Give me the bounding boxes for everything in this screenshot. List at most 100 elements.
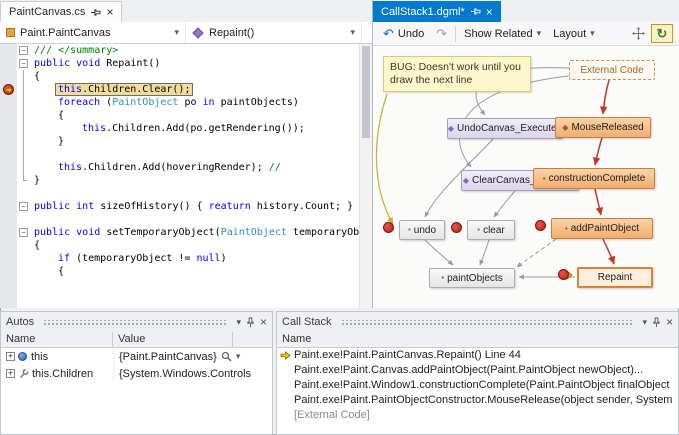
graph-node-constructioncomplete[interactable]: ▪constructionComplete (533, 168, 655, 189)
pin-icon[interactable] (90, 8, 101, 17)
outline-margin[interactable] (17, 213, 31, 226)
stack-frame-row[interactable]: Paint.exe!Paint.PaintCanvas.Repaint() Li… (277, 348, 678, 363)
outline-line (23, 70, 24, 83)
breakpoint-margin[interactable] (0, 213, 17, 226)
column-header-value[interactable]: Value (113, 332, 233, 347)
close-icon[interactable]: × (106, 6, 113, 18)
outline-margin[interactable] (17, 135, 31, 148)
chevron-down-icon[interactable]: ▾ (236, 352, 241, 361)
breakpoint-margin[interactable] (0, 239, 17, 252)
expand-icon[interactable]: + (6, 352, 15, 361)
breakpoint-margin[interactable] (0, 57, 17, 70)
type-dropdown[interactable]: Paint.PaintCanvas ▾ (0, 23, 186, 43)
collapse-icon[interactable]: − (19, 228, 28, 237)
collapse-icon[interactable]: − (19, 59, 28, 68)
outline-margin[interactable] (17, 109, 31, 122)
callstack-titlebar[interactable]: Call Stack ▾ × (277, 312, 678, 332)
bug-comment-note[interactable]: BUG: Doesn't work until you draw the nex… (383, 56, 531, 92)
outline-margin[interactable] (17, 252, 31, 265)
current-frame-arrow-icon (280, 351, 291, 360)
breakpoint-margin[interactable] (0, 122, 17, 135)
undo-button[interactable]: ↶ Undo (379, 25, 428, 42)
breakpoint-margin[interactable] (0, 96, 17, 109)
tab-paintcanvas-cs[interactable]: PaintCanvas.cs × (0, 1, 122, 22)
breakpoint-icon[interactable] (451, 222, 462, 233)
magnifier-icon[interactable] (221, 351, 232, 362)
layout-dropdown[interactable]: Layout ▾ (549, 26, 599, 42)
outline-margin[interactable]: − (17, 57, 31, 70)
close-icon[interactable]: × (666, 316, 673, 328)
watch-row[interactable]: +this{Paint.PaintCanvas}▾ (1, 348, 272, 365)
graph-node-external-code[interactable]: External Code (569, 60, 655, 80)
stack-frame-row[interactable]: Paint.exe!Paint.Canvas.addPaintObject(Pa… (277, 363, 678, 378)
collapse-icon[interactable]: − (19, 202, 28, 211)
pin-icon[interactable] (470, 7, 481, 16)
outline-margin[interactable] (17, 96, 31, 109)
breakpoint-margin[interactable] (0, 187, 17, 200)
breakpoint-margin[interactable] (0, 226, 17, 239)
outline-margin[interactable]: − (17, 44, 31, 57)
outline-margin[interactable] (17, 122, 31, 135)
outline-margin[interactable] (17, 83, 31, 96)
breakpoint-margin[interactable] (0, 44, 17, 57)
panel-title: Call Stack (282, 316, 332, 328)
close-icon[interactable]: × (486, 6, 493, 18)
breakpoint-margin[interactable] (0, 174, 17, 187)
stack-frame-row[interactable]: Paint.exe!Paint.PaintObjectConstructor.M… (277, 393, 678, 408)
pan-tool-button[interactable] (630, 25, 647, 42)
drag-grip[interactable] (43, 320, 227, 325)
layout-label: Layout (553, 28, 586, 40)
breakpoint-margin[interactable] (0, 70, 17, 83)
outline-margin[interactable] (17, 265, 31, 278)
graph-node-clear[interactable]: ▪clear (467, 220, 515, 240)
breakpoint-margin[interactable] (0, 200, 17, 213)
scrollbar-thumb[interactable] (362, 46, 370, 138)
graph-node-repaint[interactable]: Repaint (577, 267, 653, 288)
outline-margin[interactable] (17, 239, 31, 252)
close-icon[interactable]: × (260, 316, 267, 328)
outline-margin[interactable]: − (17, 200, 31, 213)
breakpoint-margin[interactable] (0, 161, 17, 174)
breakpoint-margin[interactable] (0, 135, 17, 148)
sync-callstack-button[interactable]: ↻ (651, 24, 673, 43)
redo-button[interactable]: ↷ (432, 25, 451, 42)
breakpoint-margin[interactable] (0, 148, 17, 161)
window-position-icon[interactable]: ▾ (236, 318, 241, 327)
code-line: −public int sizeOfHistory() { reaturn hi… (0, 200, 359, 213)
autos-titlebar[interactable]: Autos ▾ × (1, 312, 272, 332)
breakpoint-margin[interactable] (0, 265, 17, 278)
member-dropdown[interactable]: Repaint() ▾ (186, 23, 362, 43)
graph-node-mousereleased[interactable]: ◆MouseReleased (555, 117, 651, 138)
outline-margin[interactable] (17, 161, 31, 174)
pin-icon[interactable] (652, 317, 661, 328)
stack-frame-row[interactable]: [External Code] (277, 408, 678, 423)
tab-callstack1-dgml[interactable]: CallStack1.dgml* × (373, 1, 501, 22)
code-editor[interactable]: −/// </summary>−public void Repaint(){th… (0, 44, 359, 308)
breakpoint-icon[interactable] (383, 222, 394, 233)
stack-frame-row[interactable]: Paint.exe!Paint.Window1.constructionComp… (277, 378, 678, 393)
collapse-icon[interactable]: − (19, 46, 28, 55)
watch-row[interactable]: +this.Children{System.Windows.Controls (1, 365, 272, 382)
expand-icon[interactable]: + (6, 369, 15, 378)
graph-node-undocanvas-executed[interactable]: ◆UndoCanvas_Executed (447, 118, 563, 139)
window-position-icon[interactable]: ▾ (642, 318, 647, 327)
graph-node-paintobjects[interactable]: ▪paintObjects (429, 268, 515, 288)
graph-node-undo[interactable]: ▪undo (399, 220, 445, 240)
graph-node-addpaintobject[interactable]: ▪addPaintObject (551, 218, 653, 239)
outline-margin[interactable] (17, 174, 31, 187)
breakpoint-margin[interactable] (0, 109, 17, 122)
outline-margin[interactable] (17, 148, 31, 161)
outline-margin[interactable]: − (17, 226, 31, 239)
pin-icon[interactable] (246, 317, 255, 328)
breakpoint-icon[interactable] (535, 220, 546, 231)
breakpoint-margin[interactable] (0, 252, 17, 265)
outline-margin[interactable] (17, 70, 31, 83)
drag-grip[interactable] (341, 320, 634, 325)
breakpoint-margin[interactable] (0, 83, 17, 96)
editor-scrollbar[interactable] (359, 44, 372, 308)
column-header-name[interactable]: Name (277, 332, 678, 347)
show-related-dropdown[interactable]: Show Related ▾ (460, 26, 545, 42)
outline-margin[interactable] (17, 187, 31, 200)
column-header-name[interactable]: Name (1, 332, 113, 347)
graph-edge (603, 239, 614, 264)
